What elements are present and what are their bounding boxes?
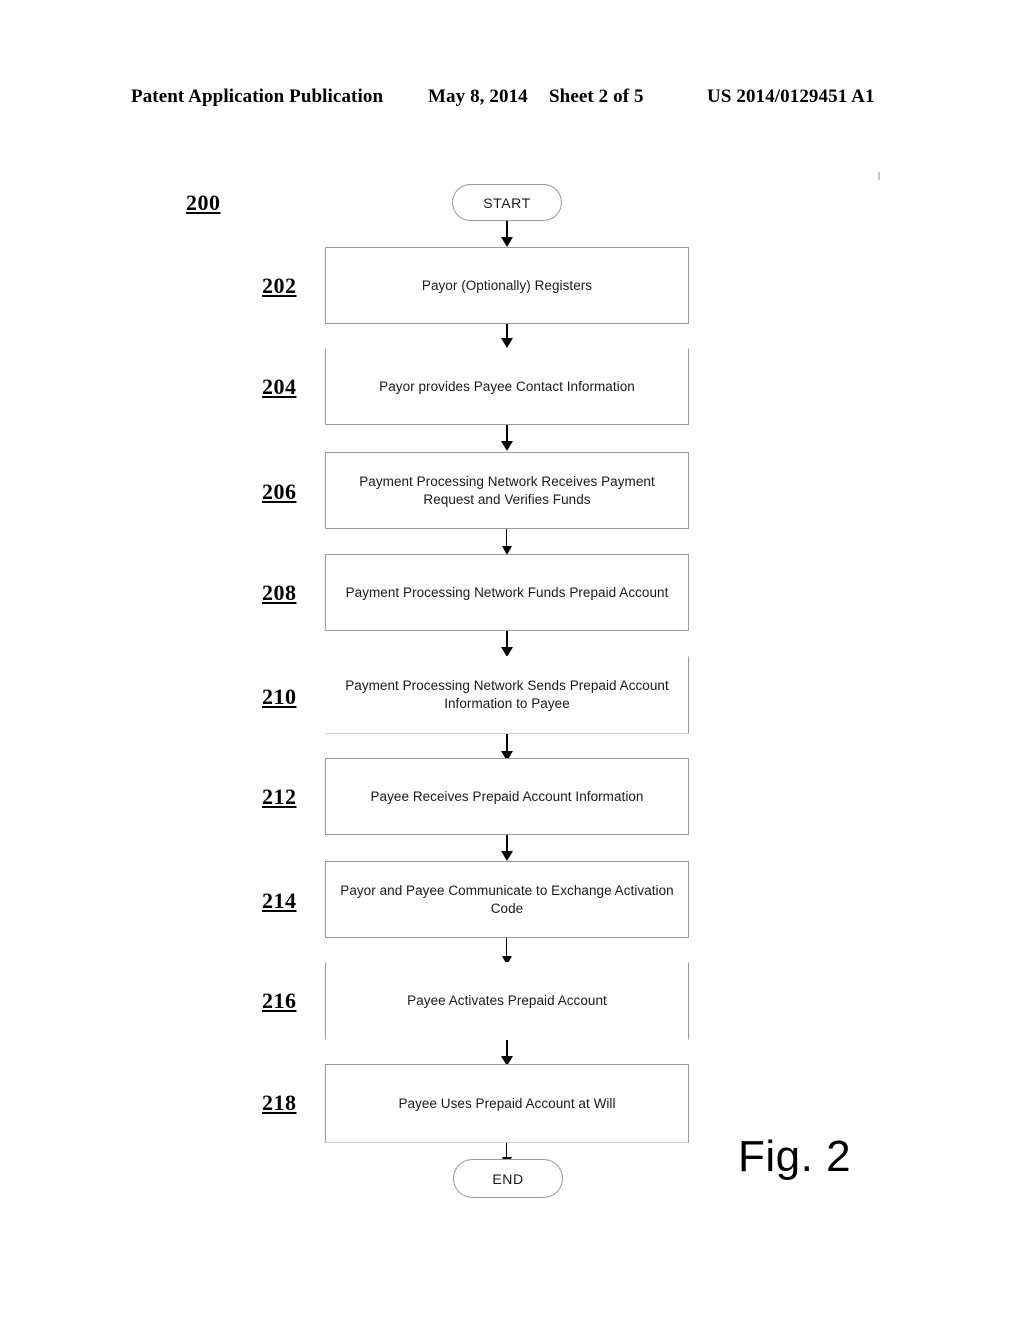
connector-202-to-204 bbox=[501, 324, 513, 348]
process-box-206-label: Payment Processing Network Receives Paym… bbox=[359, 473, 655, 507]
process-box-218-label: Payee Uses Prepaid Account at Will bbox=[398, 1095, 616, 1111]
step-ref-218: 218 bbox=[262, 1090, 297, 1115]
scan-artifact-speck bbox=[878, 172, 880, 180]
process-box-218: Payee Uses Prepaid Account at Will bbox=[325, 1064, 689, 1143]
process-box-214: Payor and Payee Communicate to Exchange … bbox=[325, 861, 689, 938]
step-ref-208: 208 bbox=[262, 580, 297, 605]
process-box-204-label: Payor provides Payee Contact Information bbox=[379, 378, 635, 394]
process-box-208: Payment Processing Network Funds Prepaid… bbox=[325, 554, 689, 631]
connector-210-to-212 bbox=[501, 734, 513, 761]
step-ref-212: 212 bbox=[262, 784, 297, 809]
connector-206-to-208 bbox=[500, 529, 514, 555]
figure-caption: Fig. 2 bbox=[738, 1132, 852, 1181]
step-ref-216: 216 bbox=[262, 988, 297, 1013]
terminator-start: START bbox=[452, 184, 562, 221]
step-ref-202: 202 bbox=[262, 273, 297, 298]
process-box-212-label: Payee Receives Prepaid Account Informati… bbox=[370, 788, 644, 804]
connector-216-to-218 bbox=[501, 1040, 513, 1066]
process-box-208-label: Payment Processing Network Funds Prepaid… bbox=[345, 584, 669, 600]
process-box-216-label: Payee Activates Prepaid Account bbox=[407, 993, 607, 1009]
flowchart-diagram: 200 START 202 Payor (Optionally) Registe… bbox=[0, 0, 1024, 1320]
connector-214-to-216 bbox=[500, 938, 514, 965]
connector-204-to-206 bbox=[501, 425, 513, 451]
process-box-202-label: Payor (Optionally) Registers bbox=[421, 277, 593, 293]
step-ref-214: 214 bbox=[262, 888, 297, 913]
diagram-ref-200: 200 bbox=[186, 190, 221, 215]
process-box-206: Payment Processing Network Receives Paym… bbox=[325, 452, 689, 529]
step-ref-210: 210 bbox=[262, 684, 297, 709]
connector-208-to-210 bbox=[501, 631, 513, 657]
process-box-214-label: Payor and Payee Communicate to Exchange … bbox=[340, 882, 674, 916]
process-box-204: Payor provides Payee Contact Information bbox=[325, 348, 689, 425]
connector-218-to-end bbox=[500, 1143, 514, 1166]
connector-start-to-202 bbox=[501, 221, 513, 247]
process-box-202: Payor (Optionally) Registers bbox=[325, 247, 689, 324]
terminator-end: END bbox=[453, 1159, 563, 1198]
process-box-212: Payee Receives Prepaid Account Informati… bbox=[325, 758, 689, 835]
process-box-210: Payment Processing Network Sends Prepaid… bbox=[325, 656, 689, 734]
process-box-216: Payee Activates Prepaid Account bbox=[325, 962, 689, 1040]
process-box-210-label: Payment Processing Network Sends Prepaid… bbox=[345, 678, 669, 711]
connector-212-to-214 bbox=[501, 835, 513, 861]
step-ref-204: 204 bbox=[262, 374, 297, 399]
step-ref-206: 206 bbox=[262, 479, 297, 504]
